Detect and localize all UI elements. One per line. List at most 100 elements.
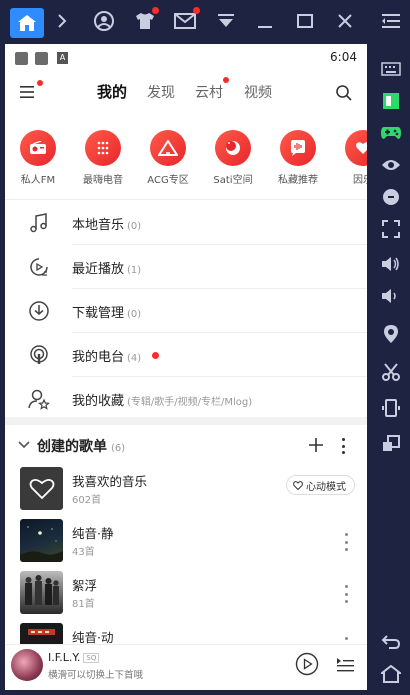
heart-icon bbox=[293, 480, 303, 490]
shortcut-private-fm[interactable]: 私人FM bbox=[10, 130, 66, 186]
playlist-item[interactable]: 纯音·静 43首 bbox=[5, 517, 367, 569]
playlist-count: 602首 bbox=[72, 495, 102, 506]
playlist-item[interactable]: 絮浮 81首 bbox=[5, 569, 367, 621]
toggle-icon[interactable] bbox=[379, 89, 403, 113]
playlist-cover bbox=[20, 519, 63, 562]
dropdown-icon[interactable] bbox=[214, 9, 238, 33]
mail-icon[interactable] bbox=[173, 7, 200, 33]
maximize-icon[interactable] bbox=[293, 9, 317, 33]
menu-recent-play[interactable]: 最近播放 (1) bbox=[5, 245, 367, 289]
notification-dot bbox=[152, 7, 159, 14]
shortcut-acg[interactable]: ACG专区 bbox=[140, 130, 196, 186]
multi-window-icon[interactable] bbox=[379, 432, 403, 456]
heart-mode-label: 心动模式 bbox=[306, 481, 346, 493]
status-app-icon bbox=[35, 52, 48, 65]
more-icon[interactable] bbox=[339, 533, 353, 551]
menu-count: (0) bbox=[127, 221, 142, 232]
add-icon[interactable] bbox=[308, 437, 324, 453]
keyboard-icon[interactable] bbox=[379, 57, 403, 81]
menu-collapse-icon[interactable] bbox=[379, 9, 403, 33]
shortcut-yinle[interactable]: 因乐 bbox=[335, 130, 367, 186]
tab-cloud-village[interactable]: 云村 bbox=[195, 82, 223, 102]
divider bbox=[5, 199, 367, 200]
menu-collection[interactable]: 我的收藏 (专辑/歌手/视频/专栏/Mlog) bbox=[5, 377, 367, 421]
eye-icon[interactable] bbox=[379, 153, 403, 177]
menu-downloads[interactable]: 下载管理 (0) bbox=[5, 289, 367, 333]
menu-my-radio[interactable]: 我的电台 (4) bbox=[5, 333, 367, 377]
minimize-icon[interactable] bbox=[253, 9, 277, 33]
moon-icon bbox=[226, 141, 240, 155]
menu-count: (专辑/歌手/视频/专栏/Mlog) bbox=[127, 397, 253, 408]
menu-local-music[interactable]: 本地音乐 (0) bbox=[5, 201, 367, 245]
heart-icon bbox=[356, 142, 367, 154]
apk-install-icon[interactable] bbox=[379, 185, 403, 209]
emulator-top-bar bbox=[0, 0, 372, 42]
shortcut-edm[interactable]: 最嗨电音 bbox=[75, 130, 131, 186]
notification-dot bbox=[193, 7, 200, 14]
playlist-count: 81首 bbox=[72, 599, 95, 610]
play-button[interactable] bbox=[295, 652, 319, 676]
acg-icon bbox=[158, 140, 178, 156]
notification-dot bbox=[152, 352, 159, 359]
chevron-right-icon[interactable] bbox=[50, 9, 74, 33]
collect-icon bbox=[28, 389, 50, 410]
home-tab-button[interactable] bbox=[10, 8, 44, 38]
shortcut-label: ACG专区 bbox=[147, 175, 189, 186]
shortcut-label: 最嗨电音 bbox=[83, 175, 123, 186]
created-playlists-header[interactable]: 创建的歌单 (6) bbox=[5, 428, 367, 462]
top-nav: 我的 发现 云村 视频 bbox=[5, 74, 367, 110]
menu-label: 我的电台 bbox=[72, 350, 125, 365]
more-icon[interactable] bbox=[339, 438, 347, 454]
playlist-name: 絮浮 bbox=[72, 578, 98, 593]
mini-player[interactable]: I.F.L.Y. SQ 横滑可以切换上下首哦 bbox=[5, 644, 367, 690]
menu-count: (4) bbox=[127, 353, 142, 364]
heart-mode-button[interactable]: 心动模式 bbox=[286, 475, 355, 495]
rotate-icon[interactable] bbox=[379, 396, 403, 420]
section-gap bbox=[5, 417, 367, 425]
menu-label: 最近播放 bbox=[72, 262, 125, 277]
more-icon[interactable] bbox=[339, 585, 353, 603]
section-count: (6) bbox=[111, 443, 126, 454]
menu-count: (0) bbox=[127, 309, 142, 320]
swipe-tip: 横滑可以切换上下首哦 bbox=[48, 670, 144, 681]
playlist-name: 我喜欢的音乐 bbox=[72, 474, 148, 489]
music-note-icon bbox=[30, 213, 47, 233]
close-icon[interactable] bbox=[333, 9, 357, 33]
podcast-icon bbox=[30, 345, 48, 364]
section-title: 创建的歌单 bbox=[37, 439, 107, 455]
queue-icon bbox=[337, 658, 354, 672]
shortcut-private-recommend[interactable]: 私藏推荐 bbox=[270, 130, 326, 186]
status-time: 6:04 bbox=[330, 50, 357, 64]
shirt-icon[interactable] bbox=[133, 7, 159, 33]
dots-grid-icon bbox=[97, 141, 109, 155]
playlist-item[interactable]: 我喜欢的音乐 602首 心动模式 bbox=[5, 465, 367, 517]
quality-badge: SQ bbox=[83, 653, 100, 663]
location-icon[interactable] bbox=[379, 322, 403, 346]
tab-video[interactable]: 视频 bbox=[244, 82, 272, 102]
shortcut-sati[interactable]: Sati空间 bbox=[205, 130, 261, 186]
gamepad-icon[interactable] bbox=[379, 121, 403, 145]
playlist-name: 纯音·静 bbox=[72, 526, 114, 541]
song-title: I.F.L.Y. bbox=[48, 651, 81, 664]
scissors-icon[interactable] bbox=[379, 360, 403, 384]
drawer-menu-icon[interactable] bbox=[19, 80, 43, 100]
android-screen: A 6:04 我的 发现 云村 视频 私人FM 最嗨电音 ACG专区 Sati空… bbox=[5, 44, 367, 690]
shortcut-row: 私人FM 最嗨电音 ACG专区 Sati空间 私藏推荐 因乐 bbox=[5, 130, 367, 190]
waveform-icon bbox=[291, 140, 305, 156]
account-icon[interactable] bbox=[92, 9, 116, 33]
emulator-sidebar bbox=[372, 0, 410, 695]
menu-label: 下载管理 bbox=[72, 306, 125, 321]
shortcut-label: 因乐 bbox=[353, 175, 367, 186]
android-home-icon[interactable] bbox=[379, 662, 403, 686]
back-icon[interactable] bbox=[379, 630, 403, 654]
shortcut-label: 私藏推荐 bbox=[278, 175, 318, 186]
search-icon[interactable] bbox=[335, 84, 353, 102]
volume-up-icon[interactable] bbox=[379, 252, 403, 276]
tab-discover[interactable]: 发现 bbox=[147, 82, 175, 102]
tab-mine[interactable]: 我的 bbox=[97, 81, 127, 102]
playlist-queue-button[interactable] bbox=[335, 654, 355, 674]
status-bar: A 6:04 bbox=[5, 44, 367, 70]
volume-down-icon[interactable] bbox=[379, 284, 403, 308]
playlist-cover bbox=[20, 571, 63, 614]
fullscreen-icon[interactable] bbox=[379, 217, 403, 241]
